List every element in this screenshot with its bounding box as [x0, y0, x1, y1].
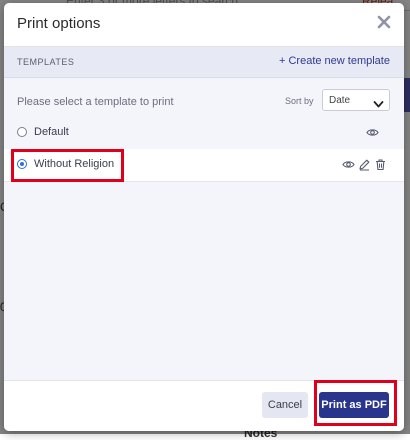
chevron-down-icon: [373, 96, 384, 108]
sort-selected-value: Date: [329, 95, 351, 106]
eye-icon[interactable]: [366, 126, 379, 139]
sort-select[interactable]: Date: [322, 89, 390, 111]
close-icon[interactable]: [374, 12, 394, 32]
sort-by-label: Sort by: [285, 96, 314, 106]
template-radio-without-religion[interactable]: [17, 159, 27, 169]
dialog-header: Print options: [4, 3, 404, 47]
template-row-without-religion[interactable]: Without Religion: [4, 149, 404, 182]
templates-header-bar: TEMPLATES + Create new template: [4, 47, 404, 78]
dialog-footer: Cancel Print as PDF: [4, 380, 404, 431]
dialog-title: Print options: [17, 15, 101, 32]
dialog-body: TEMPLATES + Create new template Please s…: [4, 47, 404, 380]
template-label-without-religion: Without Religion: [34, 158, 115, 170]
create-template-link[interactable]: + Create new template: [279, 55, 390, 67]
print-options-dialog: Print options TEMPLATES + Create new tem…: [4, 3, 404, 431]
eye-icon[interactable]: [342, 158, 355, 171]
trash-icon[interactable]: [374, 158, 387, 171]
print-as-pdf-button[interactable]: Print as PDF: [319, 392, 389, 418]
template-instruction: Please select a template to print: [17, 96, 174, 108]
templates-heading: TEMPLATES: [17, 57, 75, 67]
pencil-icon[interactable]: [358, 158, 371, 171]
template-row-default[interactable]: Default: [4, 117, 404, 150]
template-radio-default[interactable]: [17, 127, 27, 137]
cancel-button[interactable]: Cancel: [262, 392, 308, 418]
template-label-default: Default: [34, 126, 69, 138]
